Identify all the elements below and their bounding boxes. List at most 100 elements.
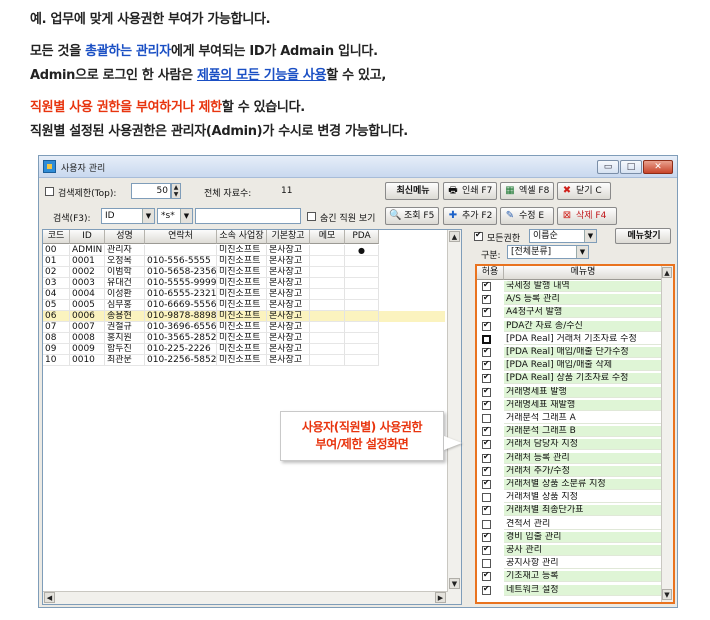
permission-checkbox[interactable] [482, 386, 491, 397]
search-limit-spinner[interactable]: ▲ ▼ [171, 183, 181, 199]
permission-row[interactable]: 견적서 관리 [477, 518, 663, 530]
table-row[interactable]: 07 0007 권철규 010-3696-6556 미진소프트 본사창고 [43, 322, 445, 333]
permission-row[interactable]: A/S 등록 관리 [477, 293, 663, 306]
permission-checkbox[interactable] [482, 372, 491, 384]
permission-row[interactable]: 경비 입출 관리 [477, 531, 663, 543]
table-row[interactable]: 02 0002 이범학 010-5658-2356 미진소프트 본사창고 [43, 267, 445, 278]
permission-row[interactable]: 국세청 발행 내역 [477, 280, 663, 292]
refresh-menu-button[interactable]: 최신메뉴 [385, 182, 439, 200]
add-button[interactable]: ✚ 추가 F2 [443, 207, 497, 225]
permission-row[interactable]: [PDA Real] 거래처 기초자료 수정 [477, 333, 663, 345]
table-row[interactable]: 06 0006 송용현 010-9878-8898 미진소프트 본사창고 [43, 311, 445, 322]
permission-row[interactable]: 거래분석 그래프 A [477, 413, 663, 424]
permission-checkbox[interactable] [482, 359, 491, 371]
permission-row[interactable]: 공사 관리 [477, 544, 663, 556]
search-limit-input[interactable]: 50 [131, 183, 171, 199]
grid-column-header[interactable]: PDA [345, 230, 379, 244]
search-limit-checkbox[interactable] [45, 187, 54, 196]
scroll-down-icon[interactable]: ▼ [662, 589, 672, 600]
permission-checkbox[interactable] [482, 334, 491, 344]
permission-checkbox[interactable] [482, 478, 491, 489]
scroll-down-icon[interactable]: ▼ [449, 578, 460, 589]
permission-row[interactable]: 거래처 담당자 지정 [477, 438, 663, 451]
table-row[interactable]: 00 ADMIN 관리자 미진소프트 본사창고 ● [43, 245, 445, 256]
permission-row[interactable]: [PDA Real] 상품 기초자료 수정 [477, 372, 663, 385]
scroll-up-icon[interactable]: ▲ [449, 231, 460, 242]
permission-row[interactable]: 거래명세표 발행 [477, 386, 663, 398]
table-row[interactable]: 09 0009 함두진 010-225-2226 미진소프트 본사창고 [43, 344, 445, 355]
permission-row[interactable]: 거래분석 그래프 B [477, 425, 663, 438]
edit-button[interactable]: ✎ 수정 E [500, 207, 554, 225]
grid-column-header[interactable]: 기본창고 [267, 230, 310, 244]
permission-checkbox[interactable] [482, 584, 491, 595]
permission-checkbox[interactable] [482, 452, 491, 463]
permission-row[interactable]: [PDA Real] 매입/매출 삭제 [477, 359, 663, 372]
permission-row[interactable]: 거래처 등록 관리 [477, 452, 663, 464]
close-window-button[interactable]: ✕ [643, 160, 673, 174]
permission-checkbox[interactable] [482, 346, 491, 357]
table-row[interactable]: 03 0003 유대건 010-5555-9999 미진소프트 본사창고 [43, 278, 445, 289]
table-row[interactable]: 01 0001 오정목 010-556-5555 미진소프트 본사창고 [43, 256, 445, 267]
minimize-button[interactable]: ▭ [597, 160, 619, 174]
permission-row[interactable]: 네트워크 설정 [477, 584, 663, 596]
permission-checkbox[interactable] [482, 519, 491, 529]
permission-checkbox[interactable] [482, 570, 491, 582]
permission-row[interactable]: 공지사항 관리 [477, 558, 663, 570]
permission-checkbox[interactable] [482, 559, 491, 569]
grid-column-header[interactable]: ID [70, 230, 105, 244]
close-button[interactable]: ✖ 닫기 C [557, 182, 611, 200]
grid-column-header[interactable]: 메모 [310, 230, 345, 244]
permission-row[interactable]: 기초재고 등록 [477, 570, 663, 583]
permission-checkbox[interactable] [482, 280, 491, 291]
allow-column-header: 허용 [477, 266, 504, 280]
search-field-select[interactable]: ID ▼ [101, 208, 155, 224]
category-select[interactable]: [전체분류] ▼ [507, 245, 589, 259]
permission-checkbox[interactable] [482, 531, 491, 542]
chevron-down-icon: ▼ [142, 209, 154, 223]
permission-checkbox[interactable] [482, 438, 491, 450]
permission-row[interactable]: 거래처별 상품 소분류 지정 [477, 478, 663, 490]
menu-find-button[interactable]: 메뉴찾기 [615, 228, 671, 244]
permission-checkbox[interactable] [482, 306, 491, 318]
permission-checkbox[interactable] [482, 414, 491, 423]
permission-checkbox[interactable] [482, 465, 491, 476]
delete-button[interactable]: ⊠ 삭제 F4 [557, 207, 617, 225]
table-row[interactable]: 04 0004 이성환 010-6555-2321 미진소프트 본사창고 [43, 289, 445, 300]
permission-row[interactable]: 거래처별 최종단가표 [477, 504, 663, 517]
permission-checkbox[interactable] [482, 493, 491, 503]
permission-row[interactable]: [PDA Real] 매입/매출 단가수정 [477, 346, 663, 358]
grid-column-header[interactable]: 코드 [43, 230, 70, 244]
grid-vertical-scrollbar[interactable]: ▲ ▼ [447, 230, 461, 604]
hidden-staff-checkbox[interactable] [307, 212, 316, 221]
permission-checkbox[interactable] [482, 504, 491, 516]
scroll-up-icon[interactable]: ▲ [662, 267, 672, 278]
sort-select[interactable]: 이름순 ▼ [529, 229, 597, 243]
excel-button[interactable]: ▦ 엑셀 F8 [500, 182, 554, 200]
maximize-button[interactable]: □ [620, 160, 642, 174]
print-button[interactable]: 🖶 인쇄 F7 [443, 182, 497, 200]
permission-checkbox[interactable] [482, 293, 491, 305]
permission-row[interactable]: PDA간 자료 송/수신 [477, 320, 663, 332]
grid-column-header[interactable]: 성명 [105, 230, 145, 244]
scroll-right-icon[interactable]: ▶ [435, 592, 446, 603]
permission-row[interactable]: 거래명세표 재발행 [477, 399, 663, 411]
grid-horizontal-scrollbar[interactable]: ◀ ▶ [43, 591, 448, 604]
all-permissions-checkbox[interactable] [474, 230, 483, 241]
table-row[interactable]: 10 0010 최관문 010-2256-5852 미진소프트 본사창고 [43, 355, 445, 366]
query-button[interactable]: 🔍 조회 F5 [385, 207, 439, 225]
permissions-scrollbar[interactable]: ▲ ▼ [661, 266, 673, 602]
permission-checkbox[interactable] [482, 544, 491, 555]
table-row[interactable]: 08 0008 홍지원 010-3565-2852 미진소프트 본사창고 [43, 333, 445, 344]
grid-column-header[interactable]: 연락처 [145, 230, 217, 244]
search-operator-select[interactable]: *s* ▼ [157, 208, 193, 224]
permission-row[interactable]: A4청구서 발행 [477, 306, 663, 319]
permission-checkbox[interactable] [482, 425, 491, 437]
permission-row[interactable]: 거래처별 상품 지정 [477, 492, 663, 504]
table-row[interactable]: 05 0005 심무홍 010-6669-5556 미진소프트 본사창고 [43, 300, 445, 311]
search-input[interactable] [195, 208, 301, 224]
permission-checkbox[interactable] [482, 399, 491, 410]
permission-row[interactable]: 거래처 추가/수정 [477, 465, 663, 477]
permission-checkbox[interactable] [482, 320, 491, 331]
grid-column-header[interactable]: 소속 사업장 [217, 230, 267, 244]
scroll-left-icon[interactable]: ◀ [44, 592, 55, 603]
